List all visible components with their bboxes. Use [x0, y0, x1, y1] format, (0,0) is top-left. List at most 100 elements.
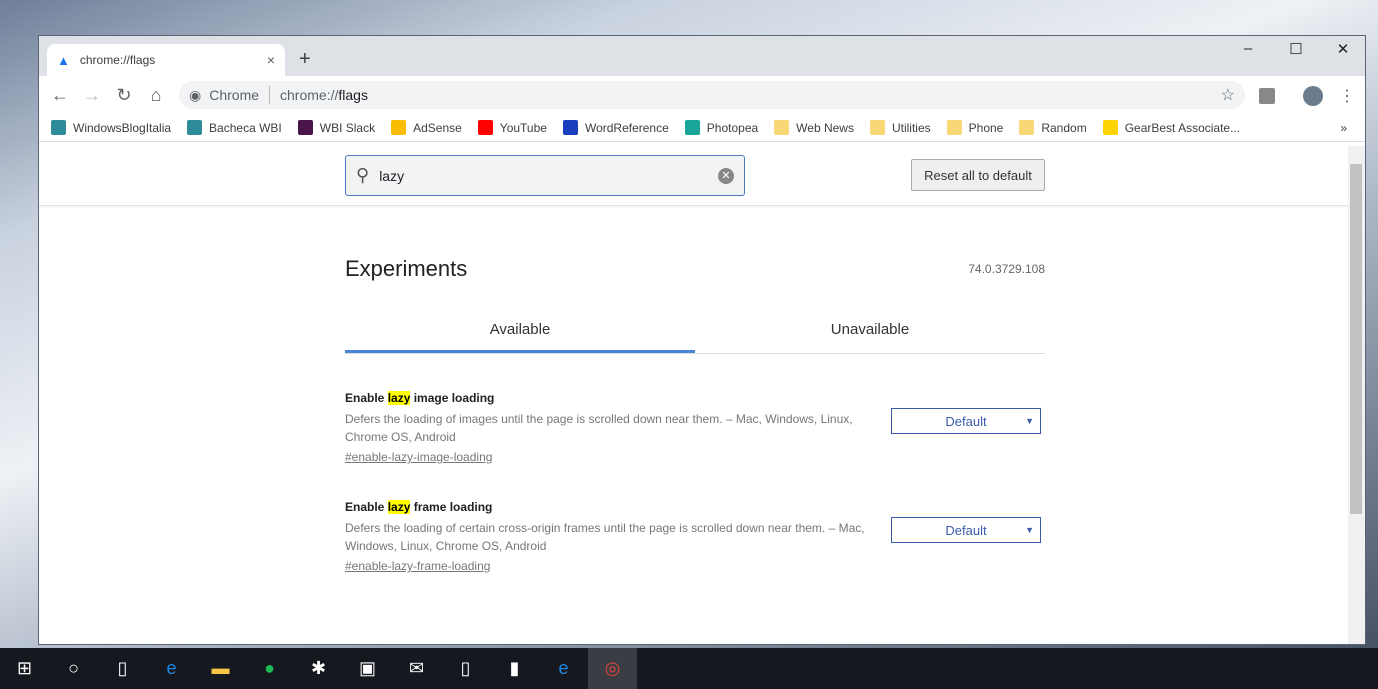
flag-title: Enable lazy frame loading [345, 500, 1045, 514]
flag-title-text: image loading [410, 391, 495, 405]
bookmark-star-icon[interactable]: ☆ [1221, 85, 1235, 105]
maximize-button[interactable]: ☐ [1273, 40, 1319, 58]
bookmark-item[interactable]: GearBest Associate... [1102, 120, 1241, 135]
search-highlight: lazy [387, 391, 411, 405]
bookmark-favicon-icon [774, 120, 790, 135]
edge-dev-icon[interactable]: e [539, 648, 588, 689]
bookmark-label: Utilities [891, 120, 931, 135]
omnibox[interactable]: ◉ Chrome chrome://flags ☆ [179, 81, 1245, 109]
windows-start-icon[interactable]: ⊞ [0, 648, 49, 689]
back-button[interactable]: ← [44, 85, 76, 106]
bookmarks-overflow-button[interactable]: » [1340, 121, 1347, 135]
chrome-icon[interactable]: ◎ [588, 648, 637, 689]
tabs: Available Unavailable [345, 311, 1045, 354]
bookmark-label: WindowsBlogItalia [73, 120, 172, 135]
bookmark-item[interactable]: WindowsBlogItalia [51, 120, 171, 135]
chrome-secure-icon: ◉ [189, 86, 202, 103]
bookmark-item[interactable]: Phone [946, 120, 1004, 135]
bookmark-label: YouTube [499, 120, 547, 135]
toolbar: ← → ↻ ⌂ ◉ Chrome chrome://flags ☆ ⋮ [39, 76, 1365, 114]
flag-item: Enable lazy frame loading Defers the loa… [345, 500, 1045, 577]
page-header: ⚲ lazy ✕ Reset all to default [39, 146, 1349, 206]
search-value: lazy [379, 167, 405, 184]
clear-search-icon[interactable]: ✕ [718, 167, 734, 184]
bookmark-item[interactable]: Utilities [869, 120, 931, 135]
menu-icon[interactable]: ⋮ [1339, 86, 1355, 106]
bookmark-favicon-icon [391, 120, 407, 135]
bookmark-item[interactable]: WBI Slack [297, 120, 375, 135]
mail-icon[interactable]: ✉ [392, 648, 441, 689]
bookmark-item[interactable]: Web News [774, 120, 854, 135]
bookmark-item[interactable]: AdSense [391, 120, 462, 135]
tablet-app-icon[interactable]: ▮ [490, 648, 539, 689]
bookmark-favicon-icon [562, 120, 578, 135]
tab-close-icon[interactable]: × [267, 52, 275, 68]
bookmark-favicon-icon [477, 120, 493, 135]
dropdown-arrow-icon: ▼ [1025, 416, 1034, 426]
store-icon[interactable]: ▣ [343, 648, 392, 689]
bookmark-label: Photopea [706, 120, 759, 135]
tab-unavailable[interactable]: Unavailable [695, 311, 1045, 353]
close-window-button[interactable]: ✕ [1320, 40, 1365, 58]
flag-link[interactable]: #enable-lazy-image-loading [345, 450, 492, 464]
scrollbar[interactable] [1348, 146, 1365, 644]
flag-select[interactable]: Default ▼ [891, 408, 1041, 434]
flag-item: Enable lazy image loading Defers the loa… [345, 391, 1045, 468]
flag-title-text: frame loading [410, 500, 493, 514]
reload-button[interactable]: ↻ [108, 85, 140, 106]
bookmark-item[interactable]: WordReference [562, 120, 669, 135]
bookmark-label: WordReference [584, 120, 669, 135]
flag-description: Defers the loading of images until the p… [345, 412, 853, 444]
slack-icon[interactable]: ✱ [294, 648, 343, 689]
select-value: Default [945, 413, 987, 429]
url-path: flags [338, 87, 368, 103]
flag-select[interactable]: Default ▼ [891, 517, 1041, 543]
tab-strip: ▲ chrome://flags × + – ☐ ✕ [39, 36, 1365, 76]
bookmark-label: AdSense [413, 120, 462, 135]
bookmark-item[interactable]: Bacheca WBI [187, 120, 282, 135]
spotify-icon[interactable]: ● [245, 648, 294, 689]
tab-available[interactable]: Available [345, 311, 695, 353]
task-view-icon[interactable]: ▯ [98, 648, 147, 689]
forward-button[interactable]: → [76, 85, 108, 106]
minimize-button[interactable]: – [1225, 40, 1271, 57]
cortana-icon[interactable]: ○ [49, 648, 98, 689]
bookmarks-bar: WindowsBlogItalia Bacheca WBI WBI Slack AdS… [39, 114, 1365, 142]
page-title: Experiments [345, 256, 468, 281]
tab-title: chrome://flags [79, 53, 156, 67]
bookmark-item[interactable]: Random [1019, 120, 1087, 135]
version-label: 74.0.3729.108 [968, 262, 1045, 276]
flag-link[interactable]: #enable-lazy-frame-loading [345, 559, 490, 573]
flags-page: ⚲ lazy ✕ Reset all to default Experiment… [39, 146, 1349, 644]
bookmark-item[interactable]: YouTube [477, 120, 547, 135]
extension-icon[interactable] [1259, 88, 1275, 104]
file-explorer-icon[interactable]: ▬ [196, 648, 245, 689]
home-button[interactable]: ⌂ [140, 85, 172, 106]
scrollbar-thumb[interactable] [1350, 164, 1362, 514]
divider [269, 86, 271, 104]
avatar[interactable] [1303, 86, 1323, 106]
taskbar: ⊞ ○ ▯ e ▬ ● ✱ ▣ ✉ ▯ ▮ e ◎ [0, 648, 1378, 689]
tab-flags[interactable]: ▲ chrome://flags × [47, 44, 285, 76]
bookmark-label: GearBest Associate... [1124, 120, 1241, 135]
flag-title-text: Enable [345, 500, 388, 514]
bookmark-label: Random [1041, 120, 1087, 135]
flag-title: Enable lazy image loading [345, 391, 1045, 405]
browser-window: ▲ chrome://flags × + – ☐ ✕ ← → ↻ ⌂ ◉ Chr… [38, 35, 1366, 645]
bookmark-label: Phone [968, 120, 1004, 135]
bookmark-item[interactable]: Photopea [684, 120, 759, 135]
bookmark-favicon-icon [1102, 120, 1118, 135]
bookmark-favicon-icon [187, 120, 203, 135]
search-icon: ⚲ [356, 165, 370, 185]
search-input[interactable]: ⚲ lazy ✕ [345, 155, 745, 196]
reset-all-button[interactable]: Reset all to default [911, 159, 1045, 191]
bookmark-label: Web News [796, 120, 854, 135]
new-tab-button[interactable]: + [299, 48, 311, 71]
bookmark-favicon-icon [297, 120, 313, 135]
select-value: Default [945, 522, 987, 538]
site-chip: Chrome [209, 87, 260, 103]
phone-icon[interactable]: ▯ [441, 648, 490, 689]
flag-description: Defers the loading of certain cross-orig… [345, 521, 865, 553]
bookmark-favicon-icon [869, 120, 885, 135]
edge-icon[interactable]: e [147, 648, 196, 689]
